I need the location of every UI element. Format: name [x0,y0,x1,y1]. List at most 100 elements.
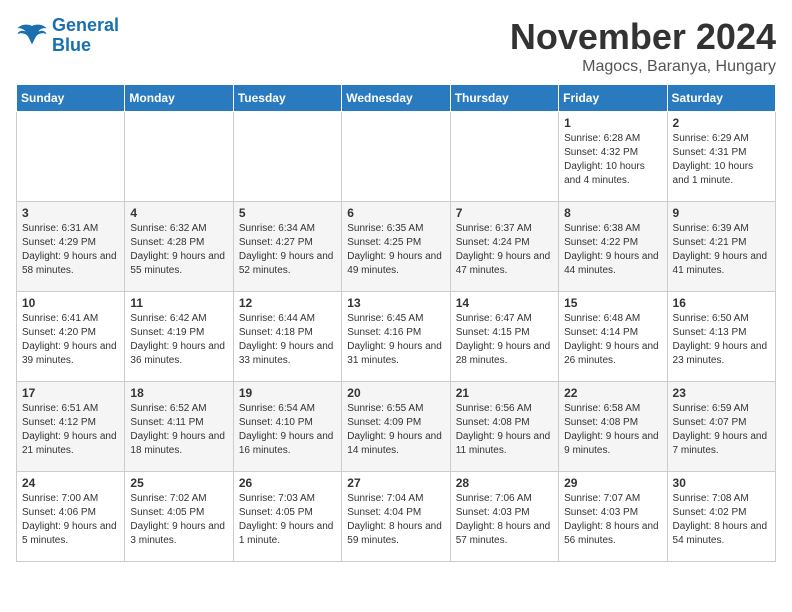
calendar-cell: 13Sunrise: 6:45 AM Sunset: 4:16 PM Dayli… [342,292,450,382]
day-number: 18 [130,386,227,400]
calendar-cell [17,112,125,202]
day-number: 16 [673,296,770,310]
calendar-cell: 15 Sunrise: 6:48 AM Sunset: 4:14 PM Dayli… [559,292,667,382]
day-info: Sunrise: 7:02 AM Sunset: 4:05 PM Dayligh… [130,492,227,548]
calendar-cell: 6Sunrise: 6:35 AM Sunset: 4:25 PM Daylig… [342,202,450,292]
day-number: 30 [673,476,770,490]
calendar-cell: 28 Sunrise: 7:06 AM Sunset: 4:03 PM Dayli… [450,472,558,562]
day-info: Sunrise: 6:54 AM Sunset: 4:10 PM Dayligh… [239,402,336,458]
day-number: 1 [564,116,661,130]
calendar-cell: 3 Sunrise: 6:31 AM Sunset: 4:29 PM Daylig… [17,202,125,292]
day-info: Sunrise: 6:37 AM Sunset: 4:24 PM Dayligh… [456,222,553,278]
day-number: 4 [130,206,227,220]
calendar-cell: 30 Sunrise: 7:08 AM Sunset: 4:02 PM Dayli… [667,472,775,562]
calendar-cell [450,112,558,202]
logo: General Blue [16,16,119,56]
calendar-cell: 24 Sunrise: 7:00 AM Sunset: 4:06 PM Dayli… [17,472,125,562]
day-number: 22 [564,386,661,400]
day-info: Sunrise: 6:48 AM Sunset: 4:14 PM Dayligh… [564,312,661,368]
day-info: Sunrise: 6:42 AM Sunset: 4:19 PM Dayligh… [130,312,227,368]
day-number: 26 [239,476,336,490]
day-number: 27 [347,476,444,490]
day-number: 19 [239,386,336,400]
calendar-week-row: 10Sunrise: 6:41 AM Sunset: 4:20 PM Dayli… [17,292,776,382]
day-number: 15 [564,296,661,310]
day-number: 24 [22,476,119,490]
day-info: Sunrise: 7:04 AM Sunset: 4:04 PM Dayligh… [347,492,444,548]
calendar-cell: 12 Sunrise: 6:44 AM Sunset: 4:18 PM Dayli… [233,292,341,382]
calendar-body: 1 Sunrise: 6:28 AM Sunset: 4:32 PM Daylig… [17,112,776,562]
day-info: Sunrise: 6:38 AM Sunset: 4:22 PM Dayligh… [564,222,661,278]
calendar-cell: 4 Sunrise: 6:32 AM Sunset: 4:28 PM Daylig… [125,202,233,292]
calendar-week-row: 17 Sunrise: 6:51 AM Sunset: 4:12 PM Dayli… [17,382,776,472]
calendar-cell: 23 Sunrise: 6:59 AM Sunset: 4:07 PM Dayli… [667,382,775,472]
day-info: Sunrise: 7:06 AM Sunset: 4:03 PM Dayligh… [456,492,553,548]
logo-line2: Blue [52,35,91,55]
day-info: Sunrise: 6:41 AM Sunset: 4:20 PM Dayligh… [22,312,119,368]
day-number: 14 [456,296,553,310]
day-number: 11 [130,296,227,310]
logo-text: General Blue [52,16,119,56]
calendar-cell: 25 Sunrise: 7:02 AM Sunset: 4:05 PM Dayli… [125,472,233,562]
day-info: Sunrise: 6:28 AM Sunset: 4:32 PM Dayligh… [564,132,661,188]
calendar-cell: 22 Sunrise: 6:58 AM Sunset: 4:08 PM Dayli… [559,382,667,472]
calendar-week-row: 1 Sunrise: 6:28 AM Sunset: 4:32 PM Daylig… [17,112,776,202]
day-info: Sunrise: 6:59 AM Sunset: 4:07 PM Dayligh… [673,402,770,458]
day-info: Sunrise: 6:31 AM Sunset: 4:29 PM Dayligh… [22,222,119,278]
calendar-header-saturday: Saturday [667,85,775,112]
calendar-header-monday: Monday [125,85,233,112]
calendar-cell: 9Sunrise: 6:39 AM Sunset: 4:21 PM Daylig… [667,202,775,292]
calendar-header-thursday: Thursday [450,85,558,112]
calendar-cell: 17 Sunrise: 6:51 AM Sunset: 4:12 PM Dayli… [17,382,125,472]
day-info: Sunrise: 6:44 AM Sunset: 4:18 PM Dayligh… [239,312,336,368]
calendar-header-row: SundayMondayTuesdayWednesdayThursdayFrid… [17,85,776,112]
logo-bird-icon [16,22,48,50]
calendar-cell: 1 Sunrise: 6:28 AM Sunset: 4:32 PM Daylig… [559,112,667,202]
calendar-header-sunday: Sunday [17,85,125,112]
day-number: 7 [456,206,553,220]
day-number: 6 [347,206,444,220]
day-number: 3 [22,206,119,220]
day-info: Sunrise: 6:29 AM Sunset: 4:31 PM Dayligh… [673,132,770,188]
day-number: 2 [673,116,770,130]
calendar-cell: 19 Sunrise: 6:54 AM Sunset: 4:10 PM Dayli… [233,382,341,472]
day-number: 13 [347,296,444,310]
calendar-week-row: 24 Sunrise: 7:00 AM Sunset: 4:06 PM Dayli… [17,472,776,562]
month-title: November 2024 [510,16,776,58]
day-number: 8 [564,206,661,220]
calendar-header-tuesday: Tuesday [233,85,341,112]
day-number: 23 [673,386,770,400]
calendar-cell [342,112,450,202]
day-number: 29 [564,476,661,490]
day-info: Sunrise: 6:47 AM Sunset: 4:15 PM Dayligh… [456,312,553,368]
calendar-cell: 7 Sunrise: 6:37 AM Sunset: 4:24 PM Daylig… [450,202,558,292]
calendar-cell: 21Sunrise: 6:56 AM Sunset: 4:08 PM Dayli… [450,382,558,472]
day-number: 12 [239,296,336,310]
calendar-cell [233,112,341,202]
calendar-cell: 27 Sunrise: 7:04 AM Sunset: 4:04 PM Dayli… [342,472,450,562]
day-info: Sunrise: 6:58 AM Sunset: 4:08 PM Dayligh… [564,402,661,458]
day-info: Sunrise: 6:51 AM Sunset: 4:12 PM Dayligh… [22,402,119,458]
day-info: Sunrise: 6:34 AM Sunset: 4:27 PM Dayligh… [239,222,336,278]
day-number: 28 [456,476,553,490]
day-info: Sunrise: 6:32 AM Sunset: 4:28 PM Dayligh… [130,222,227,278]
day-info: Sunrise: 6:50 AM Sunset: 4:13 PM Dayligh… [673,312,770,368]
day-info: Sunrise: 6:56 AM Sunset: 4:08 PM Dayligh… [456,402,553,458]
day-number: 5 [239,206,336,220]
day-info: Sunrise: 7:08 AM Sunset: 4:02 PM Dayligh… [673,492,770,548]
calendar-week-row: 3 Sunrise: 6:31 AM Sunset: 4:29 PM Daylig… [17,202,776,292]
calendar-header-wednesday: Wednesday [342,85,450,112]
day-number: 20 [347,386,444,400]
calendar-cell: 20Sunrise: 6:55 AM Sunset: 4:09 PM Dayli… [342,382,450,472]
calendar-header-friday: Friday [559,85,667,112]
calendar-cell: 8 Sunrise: 6:38 AM Sunset: 4:22 PM Daylig… [559,202,667,292]
calendar-cell: 29Sunrise: 7:07 AM Sunset: 4:03 PM Dayli… [559,472,667,562]
logo-line1: General [52,15,119,35]
calendar-cell: 14 Sunrise: 6:47 AM Sunset: 4:15 PM Dayli… [450,292,558,382]
calendar-cell: 2 Sunrise: 6:29 AM Sunset: 4:31 PM Daylig… [667,112,775,202]
calendar-cell: 16 Sunrise: 6:50 AM Sunset: 4:13 PM Dayli… [667,292,775,382]
day-info: Sunrise: 7:00 AM Sunset: 4:06 PM Dayligh… [22,492,119,548]
day-number: 17 [22,386,119,400]
day-number: 9 [673,206,770,220]
day-number: 25 [130,476,227,490]
